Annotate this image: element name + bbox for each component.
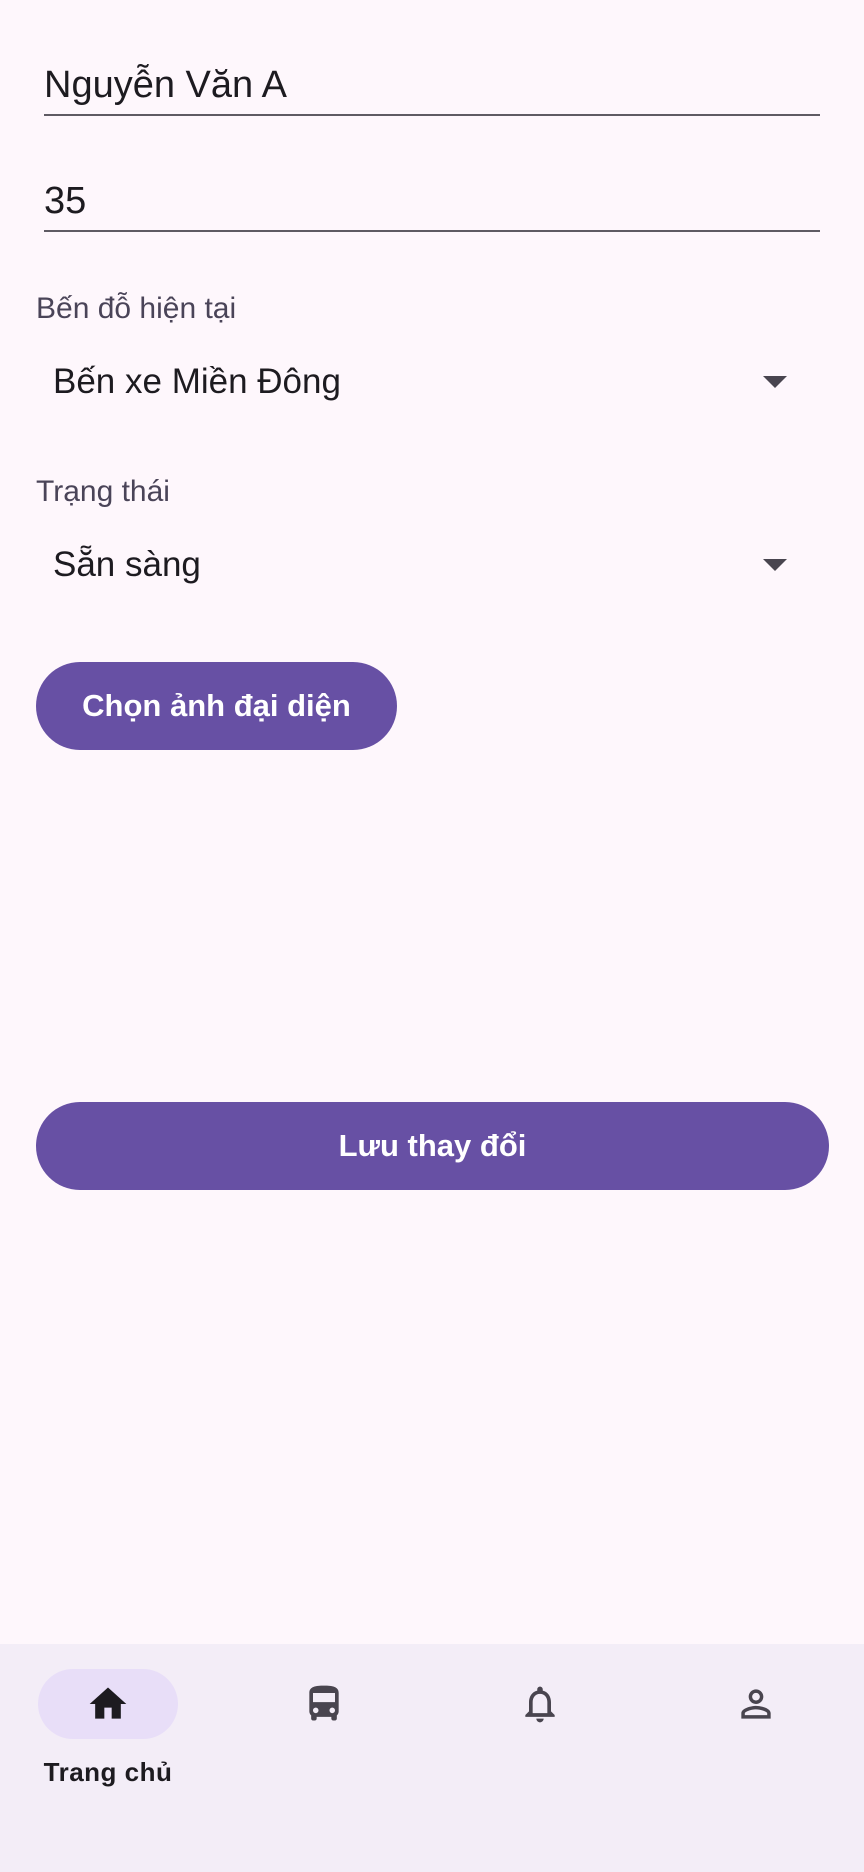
status-value: Sẵn sàng <box>53 545 201 584</box>
dropdown-arrow-icon <box>763 559 787 571</box>
nav-item-home[interactable]: Trang chủ <box>0 1669 216 1809</box>
home-icon <box>86 1682 130 1726</box>
age-field[interactable]: 35 <box>44 178 820 232</box>
bell-icon <box>518 1682 562 1726</box>
current-stop-dropdown[interactable]: Bến xe Miền Đông <box>36 346 812 418</box>
nav-item-notifications[interactable] <box>432 1669 648 1809</box>
name-field-value: Nguyễn Văn A <box>44 64 287 106</box>
bus-icon <box>302 1682 346 1726</box>
nav-item-profile[interactable] <box>648 1669 864 1809</box>
choose-avatar-button[interactable]: Chọn ảnh đại diện <box>36 662 397 750</box>
name-field[interactable]: Nguyễn Văn A <box>44 62 820 116</box>
status-label: Trạng thái <box>36 475 170 508</box>
current-stop-label: Bến đỗ hiện tại <box>36 292 237 325</box>
person-icon <box>734 1682 778 1726</box>
bottom-navigation-bar: Trang chủ <box>0 1644 864 1872</box>
edit-profile-screen: Nguyễn Văn A 35 Bến đỗ hiện tại Bến xe M… <box>0 0 864 1872</box>
save-changes-button[interactable]: Lưu thay đổi <box>36 1102 829 1190</box>
status-dropdown[interactable]: Sẵn sàng <box>36 529 812 601</box>
dropdown-arrow-icon <box>763 376 787 388</box>
active-indicator <box>38 1669 178 1739</box>
nav-item-bus[interactable] <box>216 1669 432 1809</box>
age-field-value: 35 <box>44 180 87 222</box>
nav-item-home-label: Trang chủ <box>43 1757 173 1787</box>
current-stop-value: Bến xe Miền Đông <box>53 362 341 401</box>
